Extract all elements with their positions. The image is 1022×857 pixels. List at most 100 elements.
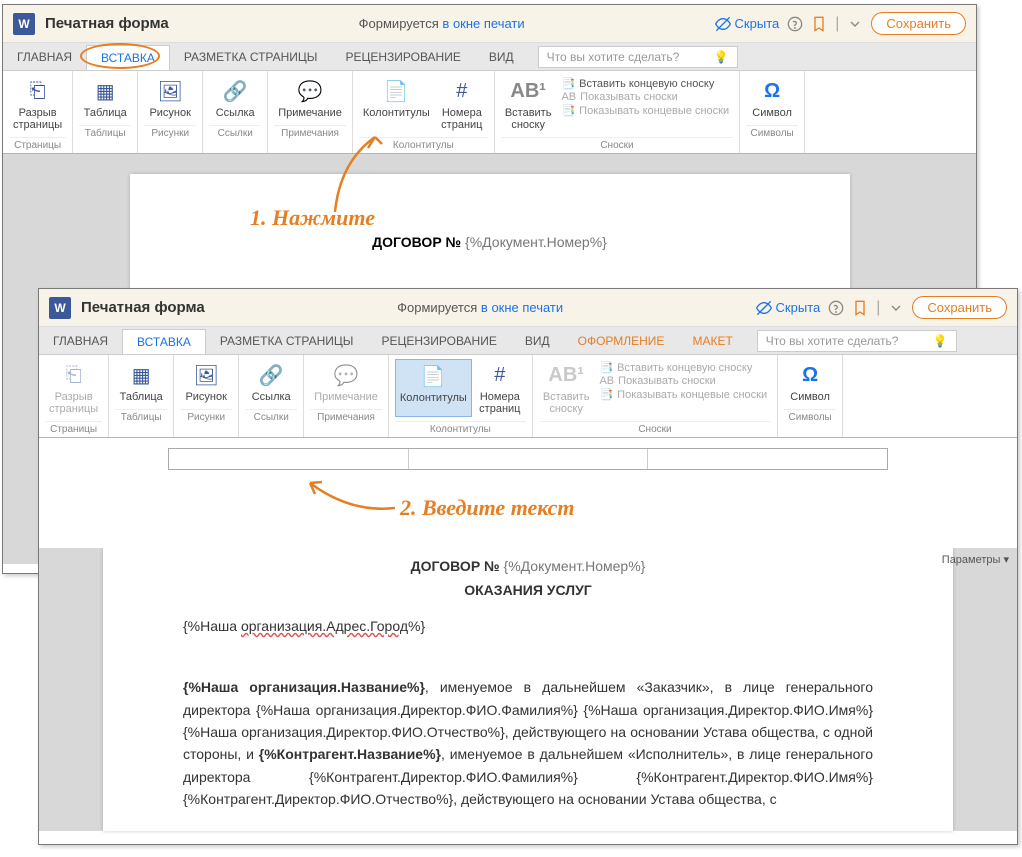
tab-maket[interactable]: МАКЕТ [678, 329, 746, 353]
tab-review[interactable]: РЕЦЕНЗИРОВАНИЕ [331, 45, 474, 69]
doc-city: {%Наша организация.Адрес.Город%} [183, 618, 873, 636]
page[interactable]: ДОГОВОР № {%Документ.Номер%} ОКАЗАНИЯ УС… [103, 548, 953, 830]
help-icon[interactable] [828, 300, 844, 316]
group-pages: ⎗ Разрывстраницы Страницы [39, 355, 109, 437]
pagenum-icon: # [448, 77, 476, 105]
titlebar: W Печатная форма Формируется в окне печа… [3, 5, 976, 43]
footnote-small: 📑Вставить концевую сноску ABПоказывать с… [595, 359, 771, 417]
divider: | [876, 299, 880, 317]
insert-endnote[interactable]: 📑Вставить концевую сноску [561, 77, 729, 90]
tab-insert[interactable]: ВСТАВКА [122, 329, 206, 354]
tab-home[interactable]: ГЛАВНАЯ [3, 45, 86, 69]
symbol-button[interactable]: Ω Символ [746, 75, 798, 121]
window-2: W Печатная форма Формируется в окне печа… [38, 288, 1018, 845]
forming-label: Формируется в окне печати [397, 300, 563, 315]
pagenum-button[interactable]: # Номерастраниц [474, 359, 526, 417]
tab-insert[interactable]: ВСТАВКА [86, 45, 170, 70]
save-button[interactable]: Сохранить [871, 12, 966, 35]
tab-layout[interactable]: РАЗМЕТКА СТРАНИЦЫ [170, 45, 332, 69]
app-icon: W [49, 297, 71, 319]
hidden-toggle[interactable]: Скрыта [715, 16, 780, 32]
tab-design[interactable]: ОФОРМЛЕНИЕ [564, 329, 679, 353]
group-tables: ▦ Таблица Таблицы [109, 355, 174, 437]
tab-view[interactable]: ВИД [475, 45, 528, 69]
table-button[interactable]: ▦ Таблица [115, 359, 167, 405]
annotation-arrow-2 [300, 478, 400, 518]
picture-icon: 🖼 [192, 361, 220, 389]
header-center[interactable] [409, 449, 649, 469]
doc-body: {%Наша организация.Название%}, именуемое… [183, 676, 873, 810]
print-window-link[interactable]: в окне печати [442, 16, 524, 31]
link-button[interactable]: 🔗 Ссылка [209, 75, 261, 121]
headers-button[interactable]: 📄 Колонтитулы [359, 75, 434, 133]
search-input[interactable]: Что вы хотите сделать? 💡 [538, 46, 738, 68]
footnote-small: 📑Вставить концевую сноску ABПоказывать с… [557, 75, 733, 133]
tab-layout[interactable]: РАЗМЕТКА СТРАНИЦЫ [206, 329, 368, 353]
show-notes: ABПоказывать сноски [599, 375, 767, 387]
help-icon[interactable] [787, 16, 803, 32]
picture-icon: 🖼 [156, 77, 184, 105]
picture-button[interactable]: 🖼 Рисунок [144, 75, 196, 121]
insert-endnote: 📑Вставить концевую сноску [599, 361, 767, 374]
headers-button[interactable]: 📄 Колонтитулы [395, 359, 472, 417]
header-fields[interactable] [168, 448, 888, 470]
group-symbols: Ω Символ Символы [740, 71, 805, 153]
eye-off-icon [756, 300, 772, 316]
ribbon: ⎗ Разрывстраницы Страницы ▦ Таблица Табл… [39, 355, 1017, 438]
footnote-button[interactable]: AB¹ Вставитьсноску [501, 75, 556, 133]
picture-button[interactable]: 🖼 Рисунок [180, 359, 232, 405]
ribbon-tabs: ГЛАВНАЯ ВСТАВКА РАЗМЕТКА СТРАНИЦЫ РЕЦЕНЗ… [3, 43, 976, 71]
note-button[interactable]: 💬 Примечание [274, 75, 346, 121]
bulb-icon: 💡 [714, 50, 729, 64]
symbol-button[interactable]: Ω Символ [784, 359, 836, 405]
group-symbols: Ω Символ Символы [778, 355, 843, 437]
window-title: Печатная форма [45, 15, 169, 32]
chevron-down-icon[interactable] [888, 300, 904, 316]
divider: | [835, 15, 839, 33]
bookmark-icon[interactable] [811, 16, 827, 32]
show-endnotes[interactable]: 📑Показывать концевые сноски [561, 104, 729, 117]
ab-icon: AB¹ [552, 361, 580, 389]
titlebar-right: Скрыта | Сохранить [715, 12, 966, 35]
page-break-button: ⎗ Разрывстраницы [45, 359, 102, 417]
ab-icon: AB¹ [514, 77, 542, 105]
page-break-icon: ⎗ [24, 77, 52, 105]
titlebar-right: Скрыта | Сохранить [756, 296, 1007, 319]
group-notes: 💬 Примечание Примечания [304, 355, 389, 437]
tab-home[interactable]: ГЛАВНАЯ [39, 329, 122, 353]
tab-review[interactable]: РЕЦЕНЗИРОВАНИЕ [367, 329, 510, 353]
doc-title: ДОГОВОР № {%Документ.Номер%} [210, 234, 770, 250]
bookmark-icon[interactable] [852, 300, 868, 316]
search-input[interactable]: Что вы хотите сделать? 💡 [757, 330, 957, 352]
table-button[interactable]: ▦ Таблица [79, 75, 131, 121]
header-right[interactable] [648, 449, 887, 469]
print-window-link[interactable]: в окне печати [481, 300, 563, 315]
group-pictures: 🖼 Рисунок Рисунки [138, 71, 203, 153]
note-button: 💬 Примечание [310, 359, 382, 405]
tab-view[interactable]: ВИД [511, 329, 564, 353]
link-icon: 🔗 [257, 361, 285, 389]
page-break-icon: ⎗ [60, 361, 88, 389]
table-icon: ▦ [91, 77, 119, 105]
link-button[interactable]: 🔗 Ссылка [245, 359, 297, 405]
header-left[interactable] [169, 449, 409, 469]
show-notes[interactable]: ABПоказывать сноски [561, 91, 729, 103]
footnote-button: AB¹ Вставитьсноску [539, 359, 594, 417]
note-icon: 💬 [296, 77, 324, 105]
annotation-step2: 2. Введите текст [400, 495, 574, 521]
doc-title: ДОГОВОР № {%Документ.Номер%} [183, 558, 873, 574]
group-pages: ⎗ Разрывстраницы Страницы [3, 71, 73, 153]
pagenum-button[interactable]: # Номерастраниц [436, 75, 488, 133]
omega-icon: Ω [796, 361, 824, 389]
hidden-toggle[interactable]: Скрыта [756, 300, 821, 316]
group-footnotes: AB¹ Вставитьсноску 📑Вставить концевую сн… [533, 355, 778, 437]
omega-icon: Ω [758, 77, 786, 105]
document-area[interactable]: ДОГОВОР № {%Документ.Номер%} ОКАЗАНИЯ УС… [39, 548, 1017, 830]
params-link[interactable]: Параметры ▾ [942, 553, 1009, 566]
note-icon: 💬 [332, 361, 360, 389]
titlebar: W Печатная форма Формируется в окне печа… [39, 289, 1017, 327]
save-button[interactable]: Сохранить [912, 296, 1007, 319]
pagenum-icon: # [486, 361, 514, 389]
page-break-button[interactable]: ⎗ Разрывстраницы [9, 75, 66, 133]
chevron-down-icon[interactable] [847, 16, 863, 32]
